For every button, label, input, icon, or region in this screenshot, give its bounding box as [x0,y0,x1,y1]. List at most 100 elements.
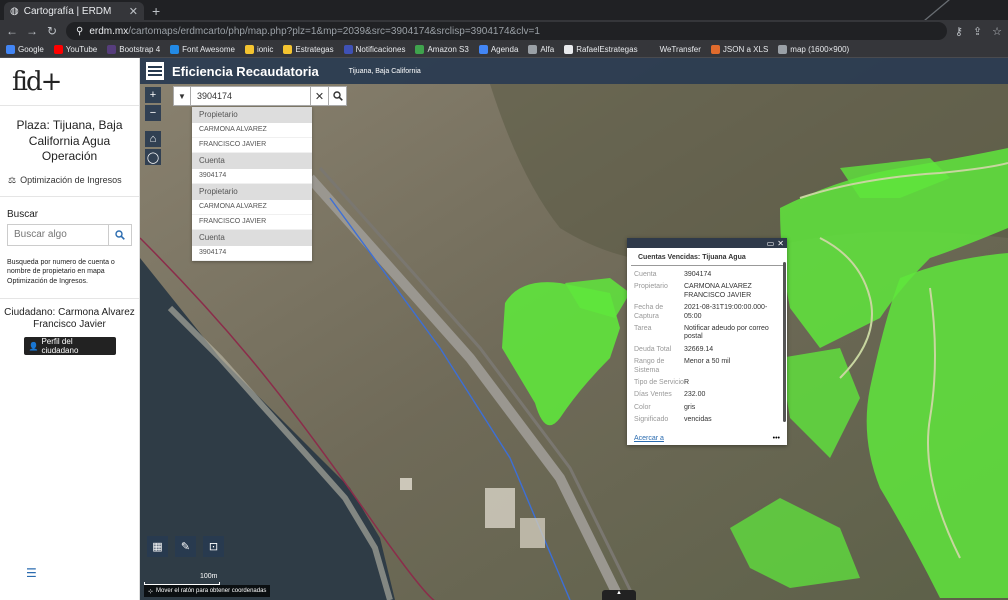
forward-icon[interactable]: → [26,24,38,38]
popup-scrollbar[interactable] [783,262,786,422]
scale-label: 100m [200,573,218,580]
section-link[interactable]: ⚖ Optimización de Ingresos [0,169,139,197]
result-item[interactable]: 3904174 [192,246,312,261]
bookmark-item[interactable]: WeTransfer [647,45,701,54]
result-item[interactable]: FRANCISCO JAVIER [192,215,312,230]
measure-button[interactable]: ⊡ [203,536,224,557]
back-icon[interactable]: ← [6,24,18,38]
map-tools: ▦ ✎ ⊡ [147,536,224,557]
bookmark-item[interactable]: RafaelEstrategas [564,45,638,54]
app-logo-icon [146,62,164,80]
dock-icon[interactable]: ▭ [767,239,775,248]
locate-button[interactable]: ◯ [145,149,161,165]
bookmark-item[interactable]: map (1600×900) [778,45,849,54]
tab-close-icon[interactable]: ✕ [129,5,138,18]
close-icon[interactable]: ✕ [777,239,784,248]
bookmark-item[interactable]: Notificaciones [343,45,406,54]
coordinates-widget[interactable]: ⊹ Mover el ratón para obtener coordenada… [144,585,271,597]
map-search-button[interactable] [329,86,347,106]
popup-row: Tarea Notificar adeudo por correo postal [634,324,780,345]
browser-tab[interactable]: ◍ Cartografía | ERDM ✕ [4,2,144,20]
site-info-icon[interactable]: ⚲ [76,26,83,37]
bookmark-item[interactable]: Bootstrap 4 [107,45,160,54]
result-item[interactable]: CARMONA ALVAREZ [192,123,312,138]
bookmark-item[interactable]: JSON a XLS [710,45,769,54]
bookmark-item[interactable]: Amazon S3 [415,45,469,54]
popup-row: Tipo de Servicio R [634,378,780,390]
search-icon [332,91,343,101]
popup-field-value: gris [684,403,696,411]
attribute-table-toggle[interactable]: ▲ [602,590,636,600]
popup-field-label: Tipo de Servicio [634,378,684,386]
result-item[interactable]: 3904174 [192,169,312,184]
user-icon: 👤 [28,341,39,351]
search-button[interactable] [108,223,132,246]
map-view[interactable]: Eficiencia Recaudatoria Tijuana, Baja Ca… [140,58,1008,600]
citizen-profile-button[interactable]: 👤 Perfil del ciudadano [23,337,116,356]
map-controls: + − ⌂ ◯ [145,87,161,165]
sidebar-search [7,223,132,246]
key-icon[interactable]: ⚷ [955,25,963,38]
draw-button[interactable]: ✎ [175,536,196,557]
home-button[interactable]: ⌂ [145,131,161,147]
reload-icon[interactable]: ↻ [46,24,58,38]
bookmark-label: JSON a XLS [722,45,769,54]
result-group-header: Propietario [192,107,312,123]
popup-field-label: Cuenta [634,271,657,278]
citizen-profile-label: Perfil del ciudadano [41,337,79,356]
map-subtitle: Tijuana, Baja California [348,67,421,75]
zoom-to-link[interactable]: Acercar a [634,435,664,442]
result-group-header: Cuenta [192,153,312,169]
map-title: Eficiencia Recaudatoria [172,63,319,79]
bookmark-label: map (1600×900) [790,45,850,54]
search-input[interactable] [7,223,108,246]
bookmark-item[interactable]: Alfa [528,45,554,54]
plaza-title: Plaza: Tijuana, Baja California Agua Ope… [16,118,123,164]
menu-icon[interactable]: ☰ [26,566,37,580]
bookmark-item[interactable]: Font Awesome [170,45,235,54]
popup-field-label: Color [634,403,651,411]
popup-field-value: CARMONA ALVAREZ FRANCISCO JAVIER [684,283,752,299]
new-tab-icon[interactable]: + [152,3,160,19]
bookmark-item[interactable]: Estrategas [283,45,334,54]
popup-row: Significado vencidas [634,415,780,427]
popup-field-label: Rango de Sistema [634,358,665,374]
bookmark-icon [170,45,180,54]
result-item[interactable]: FRANCISCO JAVIER [192,138,312,153]
zoom-in-button[interactable]: + [145,87,161,103]
basemap-gallery-button[interactable]: ▦ [147,536,168,557]
bookmark-label: Agenda [490,45,519,54]
zoom-out-button[interactable]: − [145,105,161,121]
popup-field-label: Tarea [634,324,652,332]
bookmark-icon [710,45,720,54]
result-item[interactable]: CARMONA ALVAREZ [192,200,312,215]
popup-field-label: Deuda Total [634,345,672,353]
feature-popup: ▭ ✕ Cuentas Vencidas: Tijuana Agua Cuent… [627,238,787,445]
popup-field-value: 3904174 [684,271,712,278]
popup-row: Propietario CARMONA ALVAREZ FRANCISCO JAV… [634,282,780,303]
popup-field-label: Días Ventes [634,391,672,399]
bookmark-label: ionic [256,45,274,54]
bookmark-label: YouTube [65,45,98,54]
search-icon [115,230,125,240]
bookmark-icon [6,45,15,54]
bookmark-label: Google [18,45,44,54]
money-icon: ⚖ [8,174,17,185]
map-search-input[interactable]: 3904174 [191,86,311,106]
bookmark-icon [107,45,117,54]
star-icon[interactable]: ☆ [992,25,1002,38]
more-options-icon[interactable]: ••• [773,435,780,442]
search-source-dropdown[interactable]: ▼ [173,86,191,106]
bookmark-icon [478,45,488,54]
bookmark-icon [343,45,353,54]
bookmark-item[interactable]: ionic [244,45,274,54]
bookmark-label: Notificaciones [355,45,406,54]
clear-search-button[interactable]: ✕ [311,86,329,106]
bookmark-item[interactable]: YouTube [53,45,98,54]
bookmark-icon [53,45,63,54]
bookmark-item[interactable]: Google [6,45,44,54]
url-field[interactable]: ⚲ erdm.mx/cartomaps/erdmcarto/php/map.ph… [66,22,947,40]
popup-title: Cuentas Vencidas: Tijuana Agua [631,248,783,266]
bookmark-item[interactable]: Agenda [478,45,519,54]
share-icon[interactable]: ⇪ [973,25,982,38]
